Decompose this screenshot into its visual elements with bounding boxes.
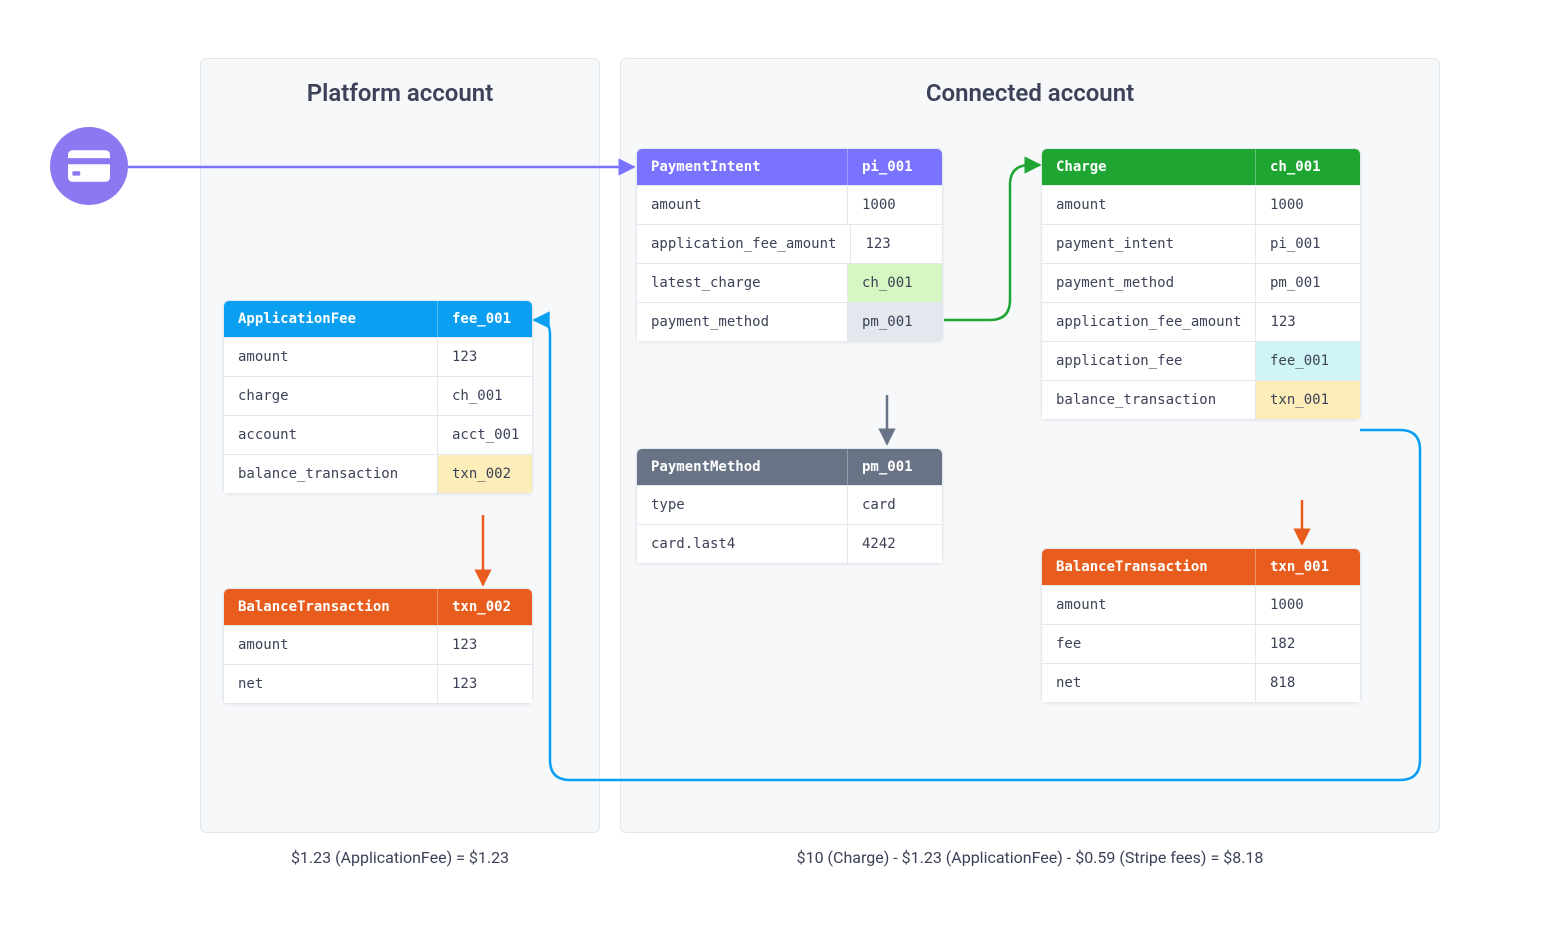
paymentmethod-object: PaymentMethod pm_001 typecard card.last4…	[636, 448, 943, 564]
row-k: charge	[224, 377, 437, 415]
btx2-name: BalanceTransaction	[224, 589, 437, 625]
platform-title: Platform account	[201, 79, 599, 107]
platform-caption: $1.23 (ApplicationFee) = $1.23	[200, 848, 600, 867]
row-v: 1000	[847, 186, 942, 224]
pi-name: PaymentIntent	[637, 149, 847, 185]
row-k: card.last4	[637, 525, 847, 563]
balancetransaction1-object: BalanceTransaction txn_001 amount1000 fe…	[1041, 548, 1361, 703]
row-v: 123	[437, 338, 532, 376]
row-v: 182	[1255, 625, 1360, 663]
row-v: fee_001	[1255, 342, 1360, 380]
row-v: pi_001	[1255, 225, 1360, 263]
diagram-canvas: Platform account Connected account Appli…	[40, 40, 1528, 895]
btx1-name: BalanceTransaction	[1042, 549, 1255, 585]
row-v: 123	[437, 665, 532, 703]
row-k: latest_charge	[637, 264, 847, 302]
charge-object: Charge ch_001 amount1000 payment_intentp…	[1041, 148, 1361, 420]
row-k: payment_method	[1042, 264, 1255, 302]
row-k: amount	[224, 626, 437, 664]
btx2-id: txn_002	[437, 589, 532, 625]
charge-id: ch_001	[1255, 149, 1360, 185]
row-v: acct_001	[437, 416, 532, 454]
row-v: pm_001	[1255, 264, 1360, 302]
row-v: 4242	[847, 525, 942, 563]
row-k: balance_transaction	[1042, 381, 1255, 419]
applicationfee-name: ApplicationFee	[224, 301, 437, 337]
row-k: amount	[224, 338, 437, 376]
row-v: ch_001	[437, 377, 532, 415]
connected-title: Connected account	[621, 79, 1439, 107]
charge-name: Charge	[1042, 149, 1255, 185]
row-v: 123	[437, 626, 532, 664]
row-k: payment_intent	[1042, 225, 1255, 263]
row-k: fee	[1042, 625, 1255, 663]
paymentintent-object: PaymentIntent pi_001 amount1000 applicat…	[636, 148, 943, 342]
row-v: 818	[1255, 664, 1360, 702]
row-v: ch_001	[847, 264, 942, 302]
row-k: amount	[1042, 186, 1255, 224]
applicationfee-id: fee_001	[437, 301, 532, 337]
balancetransaction2-object: BalanceTransaction txn_002 amount123 net…	[223, 588, 533, 704]
btx1-id: txn_001	[1255, 549, 1360, 585]
row-v: txn_002	[437, 455, 532, 493]
row-k: net	[224, 665, 437, 703]
row-v: card	[847, 486, 942, 524]
row-k: application_fee	[1042, 342, 1255, 380]
row-k: application_fee_amount	[637, 225, 850, 263]
row-v: 1000	[1255, 586, 1360, 624]
row-v: 123	[850, 225, 942, 263]
row-k: balance_transaction	[224, 455, 437, 493]
row-v: 1000	[1255, 186, 1360, 224]
pm-name: PaymentMethod	[637, 449, 847, 485]
row-k: account	[224, 416, 437, 454]
card-icon	[50, 127, 128, 205]
applicationfee-object: ApplicationFee fee_001 amount123 chargec…	[223, 300, 533, 494]
row-k: net	[1042, 664, 1255, 702]
row-k: payment_method	[637, 303, 847, 341]
credit-card-glyph	[68, 150, 110, 182]
row-v: 123	[1255, 303, 1360, 341]
row-k: application_fee_amount	[1042, 303, 1255, 341]
row-v: txn_001	[1255, 381, 1360, 419]
pm-id: pm_001	[847, 449, 942, 485]
row-k: amount	[1042, 586, 1255, 624]
row-k: amount	[637, 186, 847, 224]
row-k: type	[637, 486, 847, 524]
row-v: pm_001	[847, 303, 942, 341]
connected-caption: $10 (Charge) - $1.23 (ApplicationFee) - …	[620, 848, 1440, 867]
pi-id: pi_001	[847, 149, 942, 185]
